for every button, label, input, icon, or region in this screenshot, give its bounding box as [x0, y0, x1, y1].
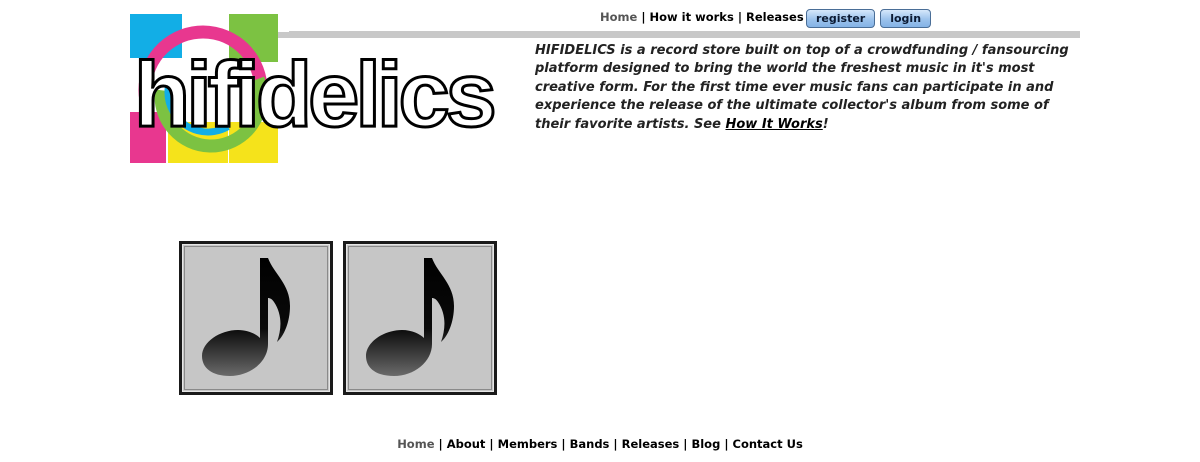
footer-separator: | — [724, 437, 729, 451]
footer-about-link[interactable]: About — [447, 437, 486, 451]
intro-trailing: ! — [822, 116, 829, 132]
footer-separator: | — [683, 437, 688, 451]
music-note-icon — [202, 258, 290, 376]
register-button[interactable]: register — [806, 9, 876, 28]
logo-wordmark: hifidelics — [134, 44, 494, 146]
release-tile[interactable] — [343, 241, 497, 395]
release-tile[interactable] — [179, 241, 333, 395]
footer-bands-link[interactable]: Bands — [570, 437, 610, 451]
footer-home-link[interactable]: Home — [397, 437, 434, 451]
intro-text: HIFIDELICS is a record store built on to… — [535, 42, 1080, 134]
nav-how-it-works-link[interactable]: How it works — [650, 10, 734, 24]
music-note-icon — [366, 258, 454, 376]
how-it-works-link[interactable]: How It Works — [725, 117, 822, 132]
footer-contact-link[interactable]: Contact Us — [733, 437, 803, 451]
footer-members-link[interactable]: Members — [498, 437, 558, 451]
top-nav: Home | How it works | Releases | — [600, 10, 816, 24]
footer-nav: Home | About | Members | Bands | Releases | Blog | C… — [0, 437, 1200, 451]
footer-blog-link[interactable]: Blog — [691, 437, 720, 451]
auth-buttons: register login — [806, 9, 932, 28]
footer-releases-link[interactable]: Releases — [622, 437, 680, 451]
nav-home-link[interactable]: Home — [600, 10, 637, 24]
footer-separator: | — [489, 437, 494, 451]
footer-separator: | — [438, 437, 443, 451]
login-button[interactable]: login — [880, 9, 932, 28]
header-divider — [289, 31, 1080, 38]
footer-separator: | — [613, 437, 618, 451]
footer-separator: | — [561, 437, 566, 451]
nav-separator: | — [641, 10, 646, 24]
nav-separator: | — [737, 10, 743, 24]
nav-releases-link[interactable]: Releases — [746, 10, 804, 24]
